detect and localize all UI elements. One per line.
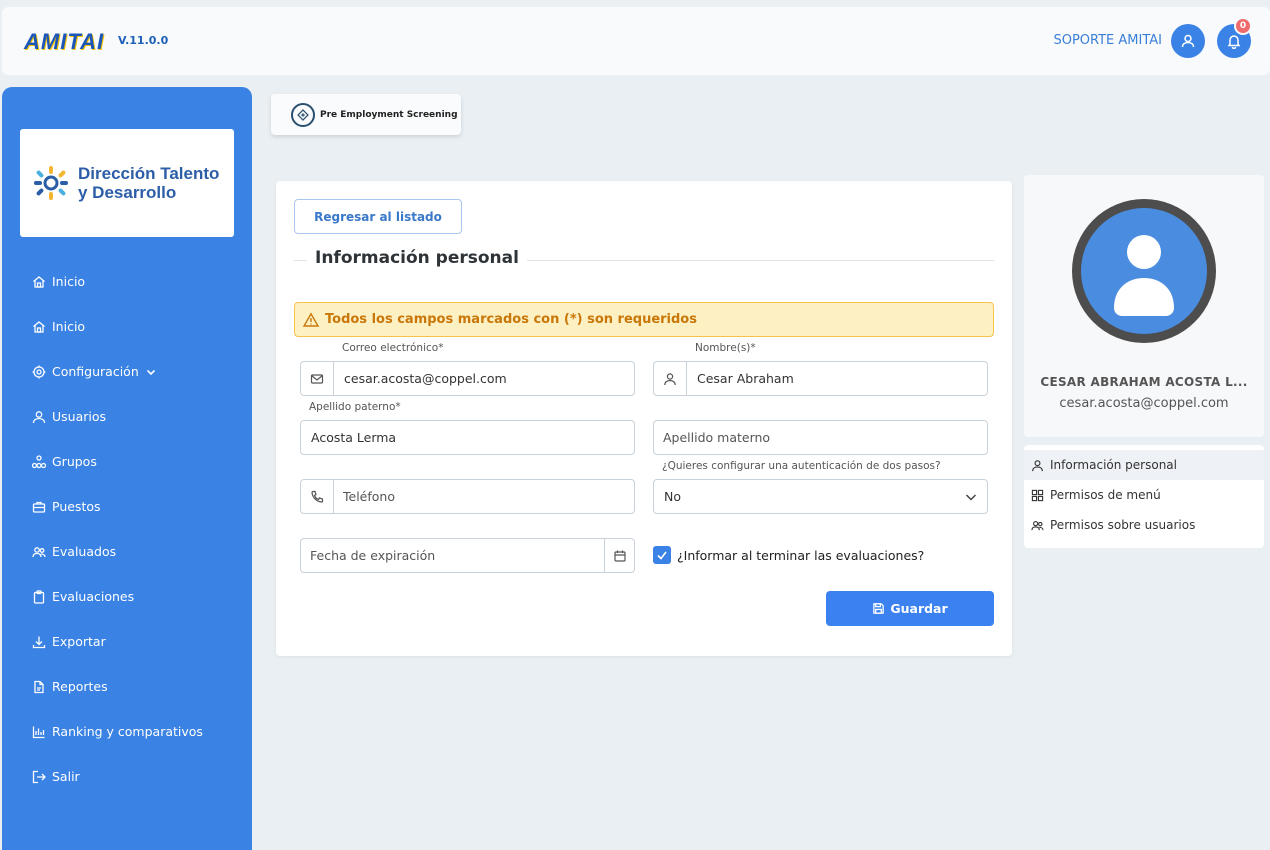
name-value: Cesar Abraham	[697, 371, 794, 386]
file-icon	[34, 680, 44, 693]
phone-field[interactable]: Teléfono	[300, 479, 635, 514]
profile-menu-personal-info[interactable]: Información personal	[1024, 450, 1264, 480]
user-icon	[1181, 34, 1195, 48]
sidebar: Dirección Talento y Desarrollo Inicio In…	[2, 87, 252, 850]
lastname2-field[interactable]: Apellido materno	[653, 420, 988, 455]
sidebar-item-grupos[interactable]: Grupos	[2, 439, 252, 484]
lastname2-placeholder: Apellido materno	[663, 430, 771, 445]
gear-icon	[32, 365, 46, 378]
user-icon	[664, 372, 676, 385]
name-addon	[654, 362, 687, 395]
profile-card: CESAR ABRAHAM ACOSTA L... cesar.acosta@c…	[1024, 175, 1264, 437]
sidebar-item-inicio-2[interactable]: Inicio	[2, 304, 252, 349]
avatar-user-icon	[1081, 208, 1207, 334]
screening-icon	[291, 102, 315, 127]
phone-icon	[311, 490, 324, 503]
email-label: Correo electrónico*	[342, 342, 444, 354]
sidebar-item-evaluados[interactable]: Evaluados	[2, 529, 252, 574]
profile-menu-menu-permissions[interactable]: Permisos de menú	[1024, 480, 1264, 510]
brand-text: AMITAI	[24, 29, 105, 54]
lastname1-value: Acosta Lerma	[311, 430, 397, 445]
avatar[interactable]	[1072, 199, 1216, 343]
sidebar-item-puestos[interactable]: Puestos	[2, 484, 252, 529]
sidebar-item-ranking[interactable]: Ranking y comparativos	[2, 709, 252, 754]
save-icon	[873, 603, 885, 614]
sidebar-item-usuarios[interactable]: Usuarios	[2, 394, 252, 439]
sidebar-item-salir[interactable]: Salir	[2, 754, 252, 799]
bar-chart-icon	[32, 726, 45, 738]
email-field[interactable]: cesar.acosta@coppel.com	[300, 361, 635, 396]
notify-checkbox-row[interactable]: ¿Informar al terminar las evaluaciones?	[653, 546, 924, 564]
sidebar-item-configuracion[interactable]: Configuración	[2, 349, 252, 394]
user-icon	[1032, 459, 1043, 471]
org-logo-icon	[34, 166, 68, 200]
top-header: AMITAI V.11.0.0 SOPORTE AMITAI 0	[2, 7, 1270, 75]
logout-icon	[32, 770, 46, 783]
clipboard-icon	[33, 589, 45, 604]
phone-placeholder: Teléfono	[343, 489, 395, 504]
module-tab[interactable]: Pre Employment Screening	[271, 94, 461, 135]
chevron-down-icon	[146, 369, 155, 375]
name-label: Nombre(s)*	[695, 342, 756, 354]
lastname1-field[interactable]: Acosta Lerma	[300, 420, 635, 455]
twofa-value: No	[664, 489, 681, 504]
org-name: Dirección Talento y Desarrollo	[78, 164, 220, 202]
profile-email: cesar.acosta@coppel.com	[1059, 396, 1229, 411]
org-logo-card: Dirección Talento y Desarrollo	[20, 129, 234, 237]
twofa-select[interactable]: No	[653, 479, 988, 514]
profile-menu: Información personal Permisos de menú Pe…	[1024, 445, 1264, 548]
support-link[interactable]: SOPORTE AMITAI	[1053, 33, 1162, 48]
expiration-date-field[interactable]: Fecha de expiración	[300, 538, 635, 573]
name-field[interactable]: Cesar Abraham	[653, 361, 988, 396]
sidebar-item-reportes[interactable]: Reportes	[2, 664, 252, 709]
expiration-placeholder: Fecha de expiración	[310, 548, 436, 563]
amitai-logo[interactable]: AMITAI	[24, 25, 104, 59]
check-icon	[657, 551, 667, 560]
phone-addon	[301, 480, 334, 513]
envelope-icon	[310, 373, 324, 384]
users-icon	[32, 546, 46, 557]
bell-icon	[1227, 35, 1241, 49]
sitemap-icon	[32, 454, 46, 468]
user-icon	[32, 410, 46, 423]
briefcase-icon	[32, 501, 46, 513]
required-fields-alert: Todos los campos marcados con (*) son re…	[294, 302, 994, 337]
email-value: cesar.acosta@coppel.com	[344, 371, 507, 386]
home-icon	[33, 320, 45, 333]
version-label: V.11.0.0	[118, 34, 169, 47]
notify-checkbox[interactable]	[653, 546, 671, 564]
warning-icon	[303, 311, 319, 327]
back-to-list-button[interactable]: Regresar al listado	[294, 199, 462, 234]
download-icon	[32, 636, 46, 648]
profile-menu-user-permissions[interactable]: Permisos sobre usuarios	[1024, 510, 1264, 540]
user-menu-button[interactable]	[1171, 24, 1205, 58]
personal-info-form: Regresar al listado Información personal…	[276, 181, 1012, 656]
grid-icon	[1031, 489, 1044, 501]
twofa-label: ¿Quieres configurar una autenticación de…	[662, 460, 941, 472]
chevron-down-icon	[965, 493, 977, 501]
profile-name: CESAR ABRAHAM ACOSTA L...	[1040, 375, 1248, 389]
users-icon	[1031, 520, 1044, 530]
sidebar-item-inicio[interactable]: Inicio	[2, 259, 252, 304]
sidebar-nav: Inicio Inicio Configuración Usuarios Gru…	[2, 259, 252, 799]
calendar-button[interactable]	[604, 539, 634, 572]
notification-badge: 0	[1234, 17, 1252, 35]
calendar-icon	[613, 550, 626, 562]
sidebar-item-evaluaciones[interactable]: Evaluaciones	[2, 574, 252, 619]
notify-label: ¿Informar al terminar las evaluaciones?	[677, 547, 925, 563]
save-button[interactable]: Guardar	[826, 591, 994, 626]
home-icon	[33, 275, 45, 288]
email-addon	[301, 362, 334, 395]
lastname1-label: Apellido paterno*	[309, 401, 401, 413]
module-label: Pre Employment Screening	[320, 109, 458, 120]
section-title: Información personal	[307, 248, 527, 268]
sidebar-item-exportar[interactable]: Exportar	[2, 619, 252, 664]
